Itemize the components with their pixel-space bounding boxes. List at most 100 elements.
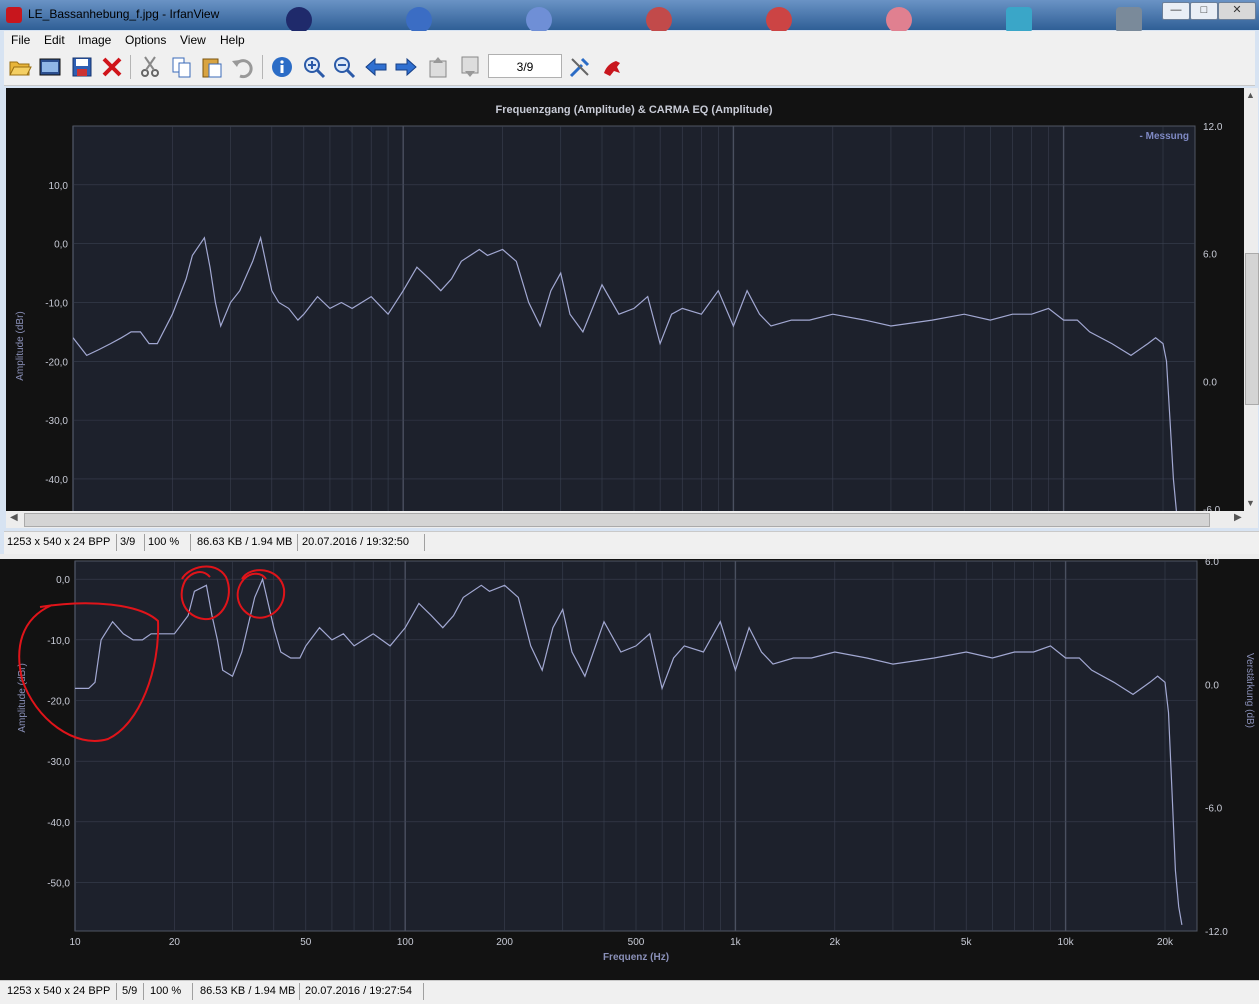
x-tick-label: 10 [69,937,81,948]
status-page: 3/9 [120,536,136,548]
x-tick-label: 100 [397,937,414,948]
menu-bar: File Edit Image Options View Help [4,31,1255,49]
scroll-right-arrow[interactable]: ▶ [1234,512,1242,523]
y2-tick-label: 6.0 [1205,559,1219,568]
y-tick-label: -20,0 [45,357,68,368]
y2-tick-label: -12.0 [1205,927,1228,938]
scroll-up-arrow[interactable]: ▲ [1246,90,1255,100]
y-tick-label: -10,0 [45,298,68,309]
status-separator [144,534,145,551]
y-tick-label: 10,0 [49,181,69,192]
y-tick-label: -50,0 [47,878,70,889]
x-tick-label: 20 [169,937,181,948]
image-viewport-bottom[interactable]: 0,0 -10,0 -20,0 -30,0 -40,0 -50,0 6.0 0.0 -6.0 -1… [0,559,1259,980]
x-axis-title: Frequenz (Hz) [603,952,669,963]
status-separator [424,534,425,551]
status-dimensions: 1253 x 540 x 24 BPP [7,985,111,997]
chart-frequency-response-top: 10,00,0-10,0-20,0-30,0-40,012.06.00.0-6.… [6,88,1244,511]
x-tick-label: 20k [1157,937,1174,948]
paste-icon[interactable] [200,55,224,79]
status-filesize: 86.53 KB / 1.94 MB [200,985,296,997]
menu-image[interactable]: Image [78,33,111,47]
scroll-left-arrow[interactable]: ◀ [10,512,18,523]
zoom-in-icon[interactable] [302,55,326,79]
settings-icon[interactable] [568,55,592,79]
first-page-icon[interactable] [426,55,450,79]
irfanview-app-icon [6,7,22,23]
menu-view[interactable]: View [180,33,206,47]
y-tick-label: -30,0 [47,757,70,768]
previous-icon[interactable] [364,55,388,79]
horizontal-scrollbar[interactable]: ◀ ▶ [6,511,1258,528]
delete-icon[interactable] [100,55,124,79]
chart-title: Frequenzgang (Amplitude) & CARMA EQ (Amp… [495,104,772,116]
irfanview-logo-icon[interactable] [600,55,624,79]
status-zoom: 100 % [148,536,180,548]
undo-icon[interactable] [230,55,254,79]
thumbnails-icon[interactable] [38,55,62,79]
y-tick-label: -40,0 [45,475,68,486]
x-tick-label: 1k [730,937,742,948]
desktop-icon [1116,7,1142,33]
menu-help[interactable]: Help [220,33,245,47]
close-button[interactable]: ✕ [1218,2,1256,20]
horizontal-scroll-thumb[interactable] [24,513,1210,527]
info-icon[interactable] [270,55,294,79]
menu-options[interactable]: Options [125,33,166,47]
status-dimensions: 1253 x 540 x 24 BPP [7,536,111,548]
y2-tick-label: 12.0 [1203,122,1223,133]
y2-tick-label: 0.0 [1205,680,1219,691]
x-tick-label: 10k [1058,937,1075,948]
menu-file[interactable]: File [11,33,30,47]
save-icon[interactable] [70,55,94,79]
status-filesize: 86.63 KB / 1.94 MB [197,536,293,548]
x-tick-label: 200 [496,937,513,948]
x-tick-label: 2k [830,937,842,948]
title-bar[interactable]: LE_Bassanhebung_f.jpg - IrfanView — □ ✕ [0,0,1259,33]
chart-frequency-response-bottom: 0,0 -10,0 -20,0 -30,0 -40,0 -50,0 6.0 0.0 -6.0 -1… [0,559,1259,980]
x-tick-label: 50 [300,937,312,948]
y2-axis-title: Verstärkung (dB) [1244,653,1255,728]
image-viewport-top[interactable]: 10,0 0,0 -10,0 -20,0 -30,0 -40,0 12.0 6.0 0.0 -6.… [6,88,1244,511]
toolbar: 3/9 [4,49,1255,86]
x-tick-label: 500 [628,937,645,948]
desktop-icon [646,7,672,33]
desktop-background-strip [250,4,1160,33]
zoom-out-icon[interactable] [332,55,356,79]
y2-tick-label: 0.0 [1203,377,1217,388]
menu-edit[interactable]: Edit [44,33,65,47]
y-axis-title: Amplitude (dBr) [17,663,28,732]
toolbar-separator [262,55,263,79]
cut-icon[interactable] [138,55,162,79]
desktop-icon [406,7,432,33]
y-tick-label: -20,0 [47,697,70,708]
open-folder-icon[interactable] [8,55,32,79]
scroll-down-arrow[interactable]: ▼ [1246,498,1255,508]
toolbar-separator [130,55,131,79]
status-separator [190,534,191,551]
y-tick-label: 0,0 [54,240,68,251]
vertical-scrollbar[interactable]: ▲ ▼ [1244,88,1259,511]
page-number-field[interactable]: 3/9 [488,54,562,78]
y-tick-label: -10,0 [47,636,70,647]
y-tick-label: -30,0 [45,416,68,427]
last-page-icon[interactable] [458,55,482,79]
minimize-button[interactable]: — [1162,2,1190,20]
legend-entry: - Messung [1140,131,1189,142]
next-icon[interactable] [394,55,418,79]
y-axis-title: Amplitude (dBr) [15,311,26,380]
status-separator [297,534,298,551]
status-bar-top: 1253 x 540 x 24 BPP 3/9 100 % 86.63 KB /… [4,531,1259,554]
y-tick-label: 0,0 [56,575,70,586]
vertical-scroll-thumb[interactable] [1245,253,1259,405]
copy-icon[interactable] [170,55,194,79]
desktop-icon [1006,7,1032,33]
status-zoom: 100 % [150,985,182,997]
status-separator [192,983,193,1000]
window-title: LE_Bassanhebung_f.jpg - IrfanView [28,7,220,21]
status-separator [116,534,117,551]
status-separator [423,983,424,1000]
status-date: 20.07.2016 / 19:32:50 [302,536,410,548]
status-date: 20.07.2016 / 19:27:54 [305,985,413,997]
maximize-button[interactable]: □ [1190,2,1218,20]
